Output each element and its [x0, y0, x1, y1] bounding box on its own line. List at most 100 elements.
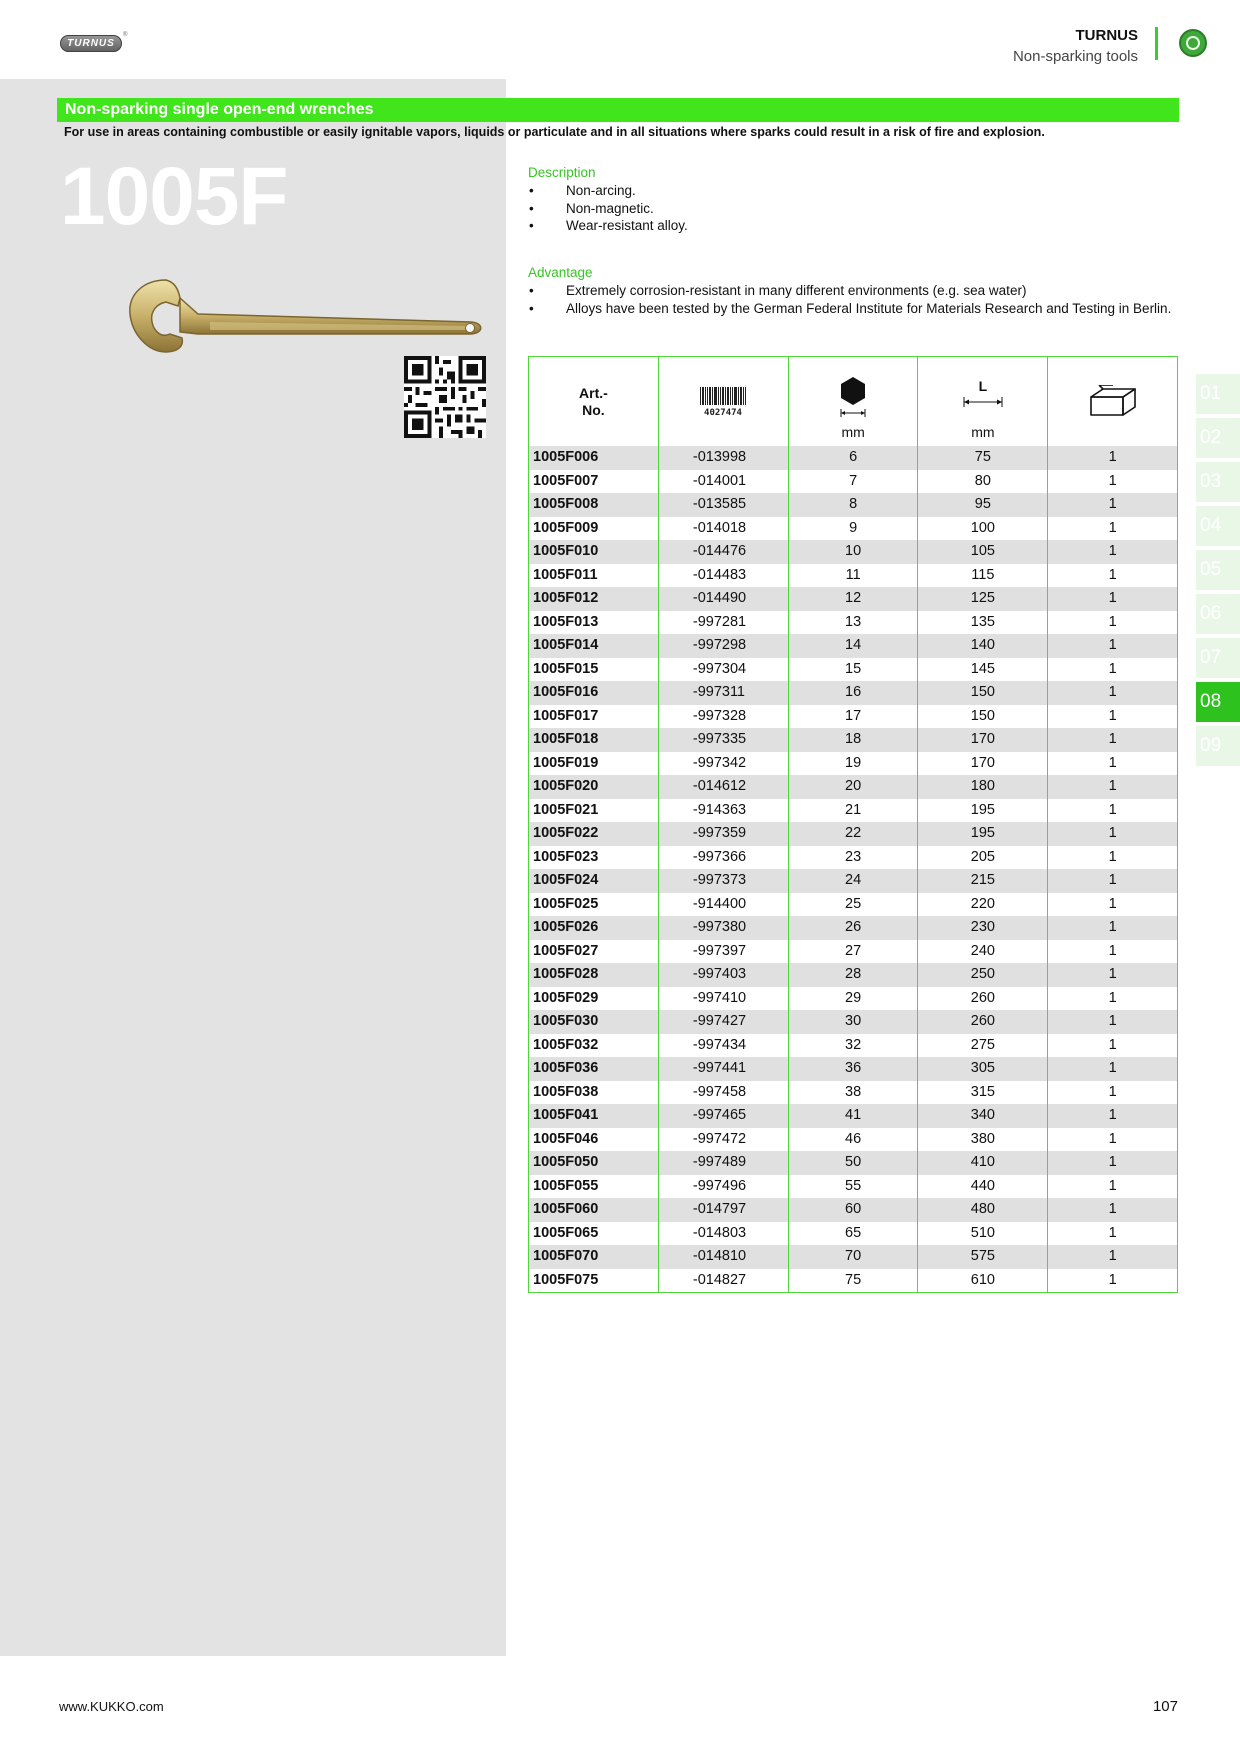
- cell-art-no: 1005F041: [528, 1104, 659, 1128]
- table-row: 1005F027 -997397 27 240 1: [528, 939, 1178, 963]
- header-divider: [1155, 27, 1158, 60]
- cell-art-no: 1005F008: [528, 493, 659, 517]
- table-row: 1005F019 -997342 19 170 1: [528, 751, 1178, 775]
- table-header-row: Art.- No. 4027474 mm L mm: [528, 356, 1178, 446]
- advantage-heading: Advantage: [528, 265, 593, 280]
- chapter-tab-04[interactable]: 04: [1196, 506, 1240, 546]
- cell-length: 195: [917, 822, 1049, 846]
- cell-size: 10: [787, 540, 919, 564]
- cell-length: 260: [917, 1010, 1049, 1034]
- table-row: 1005F024 -997373 24 215 1: [528, 869, 1178, 893]
- table-row: 1005F010 -014476 10 105 1: [528, 540, 1178, 564]
- cell-size: 20: [787, 775, 919, 799]
- cell-size: 16: [787, 681, 919, 705]
- cell-size: 32: [787, 1033, 919, 1057]
- cell-size: 21: [787, 798, 919, 822]
- cell-size: 12: [787, 587, 919, 611]
- cell-art-no: 1005F029: [528, 986, 659, 1010]
- cell-pack: 1: [1047, 634, 1178, 658]
- cell-ean: -997489: [657, 1151, 789, 1175]
- chapter-tab-03[interactable]: 03: [1196, 462, 1240, 502]
- chapter-tab-02[interactable]: 02: [1196, 418, 1240, 458]
- chapter-tab-07[interactable]: 07: [1196, 638, 1240, 678]
- cell-art-no: 1005F030: [528, 1010, 659, 1034]
- cell-ean: -014827: [657, 1268, 789, 1293]
- cell-pack: 1: [1047, 1104, 1178, 1128]
- cell-ean: -997359: [657, 822, 789, 846]
- cell-art-no: 1005F021: [528, 798, 659, 822]
- cell-ean: -997465: [657, 1104, 789, 1128]
- chapter-tab-08[interactable]: 08: [1196, 682, 1240, 722]
- section-title: Non-sparking single open-end wrenches: [57, 98, 1179, 122]
- product-code: 1005F: [60, 151, 289, 242]
- cell-art-no: 1005F023: [528, 845, 659, 869]
- table-row: 1005F013 -997281 13 135 1: [528, 610, 1178, 634]
- chapter-tab-01[interactable]: 01: [1196, 374, 1240, 414]
- cell-ean: -014001: [657, 469, 789, 493]
- cell-length: 340: [917, 1104, 1049, 1128]
- cell-ean: -997281: [657, 610, 789, 634]
- cell-size: 46: [787, 1127, 919, 1151]
- cell-length: 305: [917, 1057, 1049, 1081]
- cell-ean: -014476: [657, 540, 789, 564]
- cell-size: 27: [787, 939, 919, 963]
- turnus-logo-badge: TURNUS: [60, 35, 122, 52]
- cell-pack: 1: [1047, 939, 1178, 963]
- cell-art-no: 1005F011: [528, 563, 659, 587]
- cell-length: 80: [917, 469, 1049, 493]
- table-row: 1005F017 -997328 17 150 1: [528, 704, 1178, 728]
- description-list: Non-arcing. Non-magnetic. Wear-resistant…: [528, 182, 688, 235]
- cell-length: 510: [917, 1221, 1049, 1245]
- cell-pack: 1: [1047, 1268, 1178, 1293]
- cell-ean: -014803: [657, 1221, 789, 1245]
- cell-size: 28: [787, 963, 919, 987]
- advantage-item: Alloys have been tested by the German Fe…: [528, 300, 1171, 318]
- cell-pack: 1: [1047, 1033, 1178, 1057]
- cell-art-no: 1005F050: [528, 1151, 659, 1175]
- cell-size: 24: [787, 869, 919, 893]
- cell-art-no: 1005F018: [528, 728, 659, 752]
- footer-url[interactable]: www.KUKKO.com: [59, 1699, 164, 1714]
- cell-length: 380: [917, 1127, 1049, 1151]
- cell-ean: -997298: [657, 634, 789, 658]
- cell-length: 115: [917, 563, 1049, 587]
- cell-size: 19: [787, 751, 919, 775]
- chapter-tab-09[interactable]: 09: [1196, 726, 1240, 766]
- cell-ean: -997410: [657, 986, 789, 1010]
- cell-pack: 1: [1047, 845, 1178, 869]
- chapter-tab-06[interactable]: 06: [1196, 594, 1240, 634]
- cell-length: 315: [917, 1080, 1049, 1104]
- cell-length: 170: [917, 751, 1049, 775]
- header-length: L mm: [917, 356, 1049, 446]
- art-label-2: No.: [582, 402, 605, 418]
- cell-length: 150: [917, 681, 1049, 705]
- table-row: 1005F020 -014612 20 180 1: [528, 775, 1178, 799]
- cell-size: 36: [787, 1057, 919, 1081]
- cell-pack: 1: [1047, 516, 1178, 540]
- cell-art-no: 1005F015: [528, 657, 659, 681]
- spec-table: Art.- No. 4027474 mm L mm 1005F006 -0139…: [528, 356, 1178, 1293]
- cell-length: 260: [917, 986, 1049, 1010]
- cell-pack: 1: [1047, 681, 1178, 705]
- cell-pack: 1: [1047, 493, 1178, 517]
- cell-art-no: 1005F027: [528, 939, 659, 963]
- art-label-1: Art.-: [579, 385, 608, 401]
- cell-pack: 1: [1047, 587, 1178, 611]
- cell-size: 75: [787, 1268, 919, 1293]
- table-row: 1005F009 -014018 9 100 1: [528, 516, 1178, 540]
- cell-ean: -997472: [657, 1127, 789, 1151]
- cell-ean: -997496: [657, 1174, 789, 1198]
- cell-ean: -014810: [657, 1245, 789, 1269]
- cell-art-no: 1005F026: [528, 916, 659, 940]
- cell-size: 50: [787, 1151, 919, 1175]
- cell-art-no: 1005F009: [528, 516, 659, 540]
- chapter-tab-05[interactable]: 05: [1196, 550, 1240, 590]
- cell-length: 205: [917, 845, 1049, 869]
- cell-length: 195: [917, 798, 1049, 822]
- cell-art-no: 1005F013: [528, 610, 659, 634]
- cell-length: 125: [917, 587, 1049, 611]
- unit-size: mm: [841, 423, 865, 440]
- barcode-icon: 4027474: [698, 387, 749, 418]
- cell-ean: -997311: [657, 681, 789, 705]
- cell-size: 22: [787, 822, 919, 846]
